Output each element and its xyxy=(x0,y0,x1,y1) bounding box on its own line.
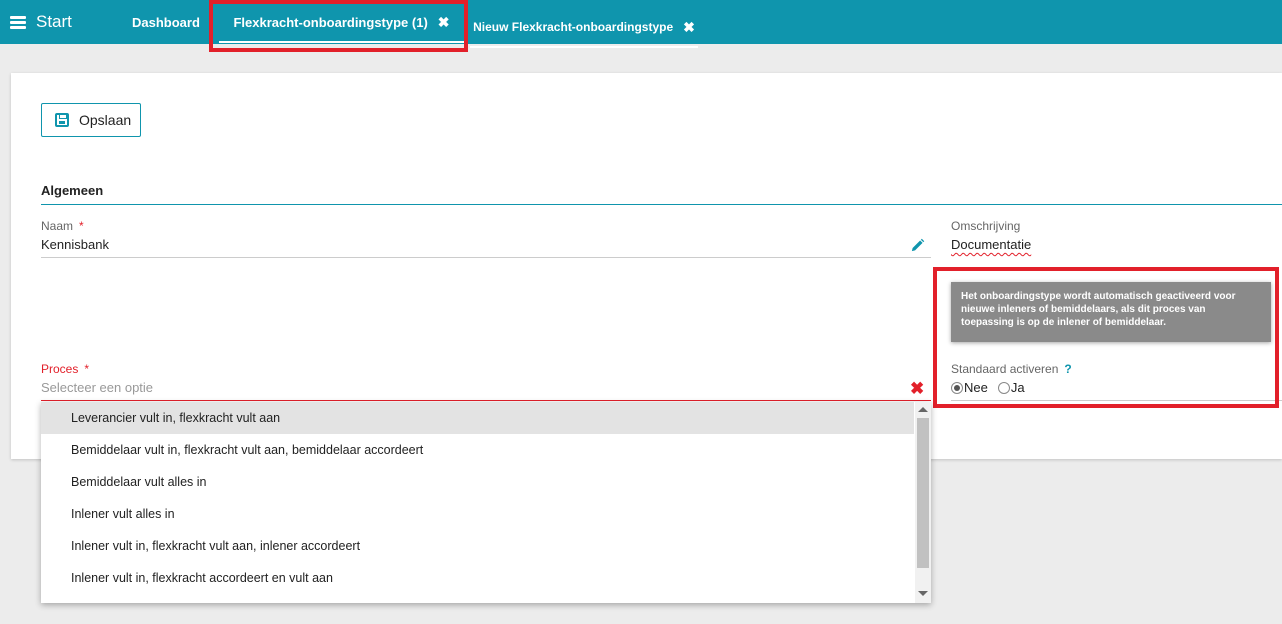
standaard-activeren-underline xyxy=(951,400,1282,401)
tab-dashboard-label: Dashboard xyxy=(132,14,200,30)
dropdown-scrollbar[interactable] xyxy=(915,402,931,603)
clear-selection-icon[interactable]: ✖ xyxy=(910,379,924,399)
dropdown-option[interactable]: Inlener vult in, flexkracht vult aan, in… xyxy=(41,530,914,562)
scrollbar-thumb[interactable] xyxy=(917,418,929,568)
standaard-activeren-label-text: Standaard activeren xyxy=(951,362,1059,376)
proces-select-input[interactable]: Selecteer een optie xyxy=(41,380,153,395)
close-tab-icon[interactable]: ✖ xyxy=(683,19,695,36)
radio-nee[interactable] xyxy=(951,381,963,394)
naam-underline xyxy=(41,257,931,258)
tab-nieuw-flexkracht-onboardingstype[interactable]: Nieuw Flexkracht-onboardingstype ✖ xyxy=(470,5,698,49)
required-marker: * xyxy=(84,362,90,376)
help-tooltip: Het onboardingstype wordt automatisch ge… xyxy=(951,282,1271,342)
tab-flexkracht-onboardingstype[interactable]: Flexkracht-onboardingstype (1) ✖ xyxy=(219,0,464,44)
naam-label-text: Naam xyxy=(41,219,74,233)
start-menu-button[interactable]: Start xyxy=(10,12,72,32)
standaard-activeren-radio-group: Nee Ja xyxy=(951,380,1035,395)
dropdown-option[interactable]: Inlener vult in, flexkracht accordeert e… xyxy=(41,562,914,594)
naam-label: Naam * xyxy=(41,219,84,233)
floppy-disk-icon xyxy=(55,113,69,127)
tab-label: Flexkracht-onboardingstype (1) xyxy=(233,14,428,30)
radio-nee-label[interactable]: Nee xyxy=(964,380,988,395)
tab-dashboard[interactable]: Dashboard xyxy=(132,0,200,44)
required-marker: * xyxy=(79,219,84,233)
proces-underline xyxy=(41,400,931,401)
hamburger-icon xyxy=(10,15,26,29)
dropdown-option[interactable]: Bemiddelaar vult alles in xyxy=(41,466,914,498)
radio-ja[interactable] xyxy=(997,381,1010,394)
start-label: Start xyxy=(36,12,72,31)
scroll-up-icon[interactable] xyxy=(918,407,928,412)
section-divider xyxy=(41,204,1282,205)
save-button[interactable]: Opslaan xyxy=(41,103,141,137)
scroll-down-icon[interactable] xyxy=(918,591,928,596)
top-bar: Start Dashboard Flexkracht-onboardingsty… xyxy=(0,0,1282,48)
dropdown-option[interactable]: Bemiddelaar vult in, flexkracht vult aan… xyxy=(41,434,914,466)
proces-label: Proces * xyxy=(41,362,89,376)
pencil-icon[interactable] xyxy=(910,238,926,254)
help-icon[interactable]: ? xyxy=(1064,362,1071,376)
section-title: Algemeen xyxy=(41,183,104,198)
naam-field[interactable]: Kennisbank xyxy=(41,237,109,252)
omschrijving-field[interactable]: Documentatie xyxy=(951,237,1031,252)
save-button-label: Opslaan xyxy=(79,112,132,128)
close-tab-icon[interactable]: ✖ xyxy=(438,14,450,31)
standaard-activeren-label: Standaard activeren? xyxy=(951,362,1072,376)
tab-label: Nieuw Flexkracht-onboardingstype xyxy=(473,20,674,34)
proces-label-text: Proces xyxy=(41,362,79,376)
radio-ja-label[interactable]: Ja xyxy=(1011,380,1025,395)
proces-dropdown-list: Leverancier vult in, flexkracht vult aan… xyxy=(41,402,931,603)
omschrijving-label: Omschrijving xyxy=(951,219,1021,233)
dropdown-option[interactable]: Inlener vult alles in xyxy=(41,498,914,530)
dropdown-option[interactable]: Leverancier vult in, flexkracht vult aan xyxy=(41,402,914,434)
